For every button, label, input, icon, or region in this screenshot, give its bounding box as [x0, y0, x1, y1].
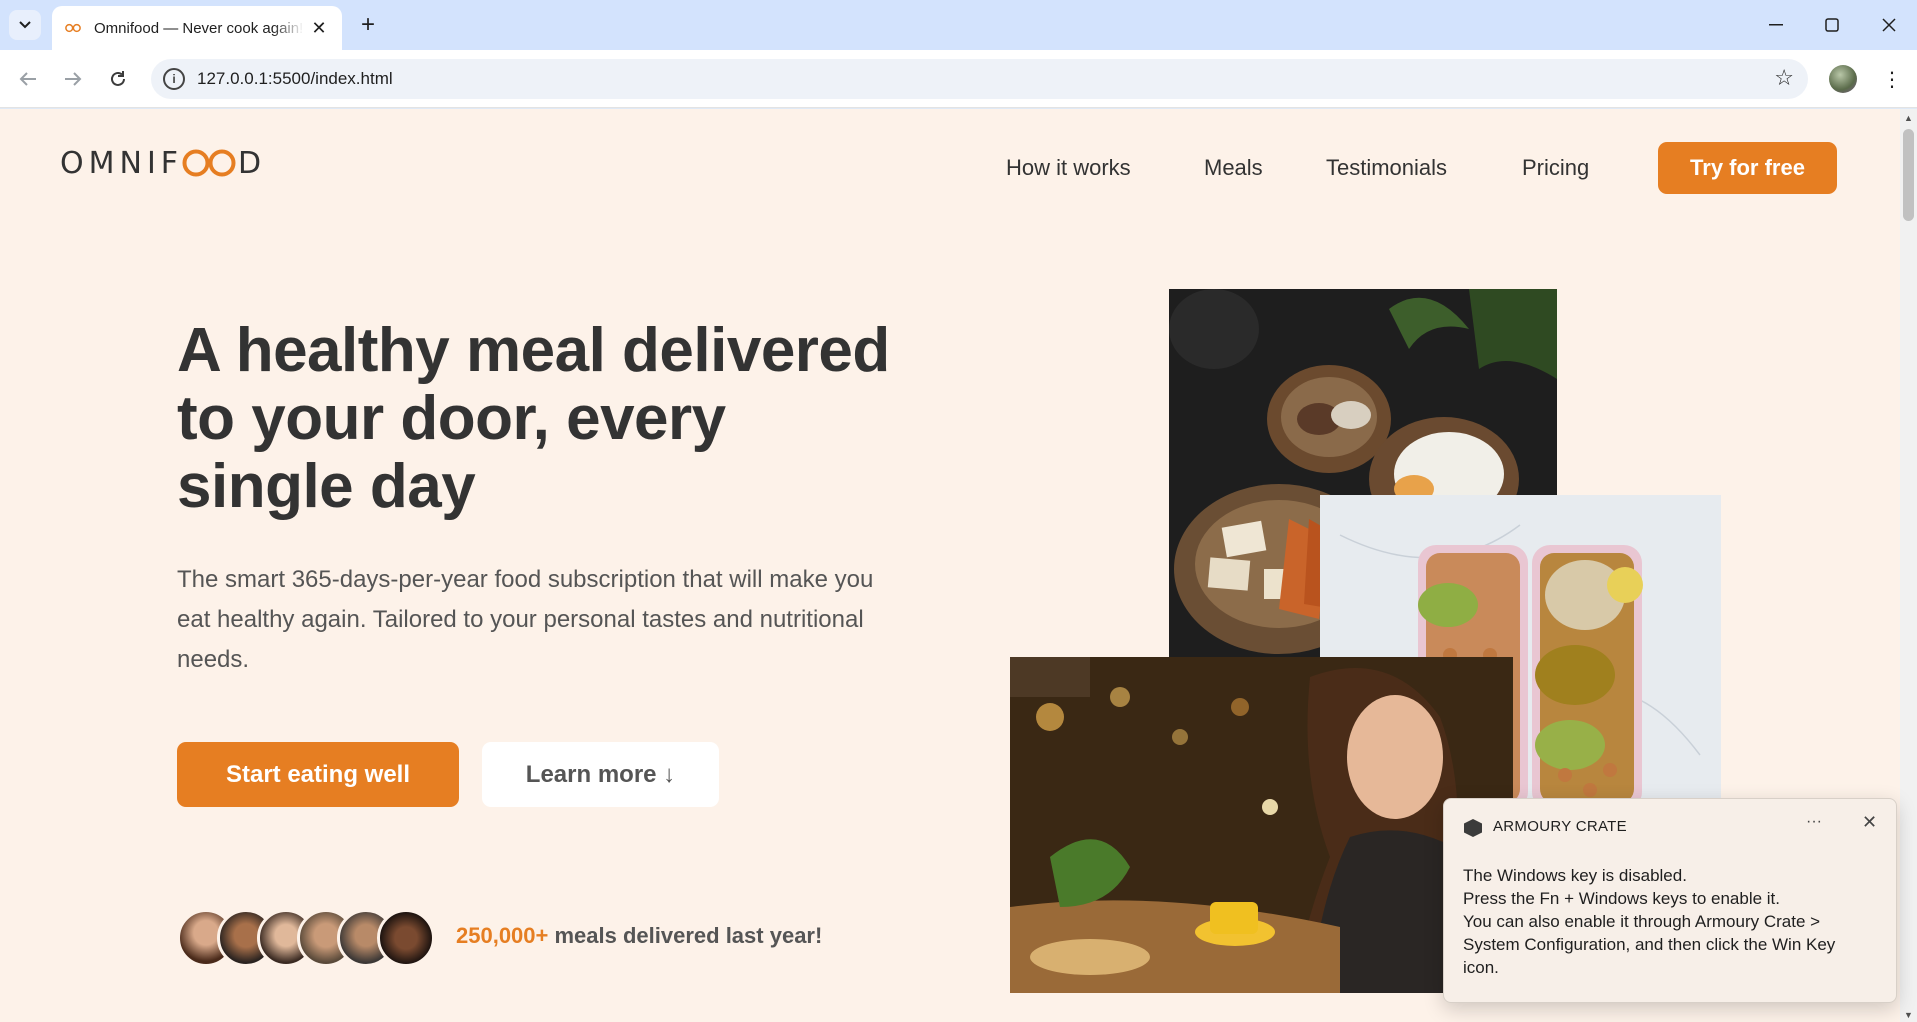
nav-testimonials[interactable]: Testimonials: [1326, 155, 1447, 181]
start-eating-well-button[interactable]: Start eating well: [177, 742, 459, 807]
maximize-icon: [1825, 18, 1839, 32]
tab-title: Omnifood — Never cook again!: [94, 19, 304, 37]
notification-line: Press the Fn + Windows keys to enable it…: [1463, 889, 1781, 908]
customer-avatars: [177, 909, 435, 967]
hero-image-woman-eating: [1010, 657, 1513, 993]
hero-description: The smart 365-days-per-year food subscri…: [177, 566, 874, 673]
reload-icon: [111, 71, 125, 86]
logo-text-left: OMNIF: [60, 145, 184, 181]
notification-line: The Windows key is disabled.: [1463, 866, 1687, 885]
back-button[interactable]: [13, 64, 43, 94]
address-bar[interactable]: i 127.0.0.1:5500/index.html ☆: [151, 59, 1808, 99]
meals-delivered-count: 250,000+: [456, 923, 549, 948]
close-icon[interactable]: ✕: [1862, 812, 1877, 833]
notification-app-name: ARMOURY CRATE: [1493, 818, 1627, 835]
minimize-icon: [1769, 24, 1783, 26]
woman-eating-photo: [1010, 657, 1513, 993]
nav-pricing[interactable]: Pricing: [1522, 155, 1589, 181]
customer-avatar: [377, 909, 435, 967]
notification-line: You can also enable it through Armoury C…: [1463, 912, 1821, 931]
close-icon: [1882, 18, 1896, 32]
arrow-left-icon: [19, 72, 36, 86]
reload-button[interactable]: [103, 64, 133, 94]
profile-avatar[interactable]: [1829, 65, 1857, 93]
try-for-free-button[interactable]: Try for free: [1658, 142, 1837, 194]
tab-close-icon[interactable]: ✕: [308, 18, 330, 39]
omnifood-logo[interactable]: OMNIF D: [60, 145, 267, 181]
scroll-up-icon[interactable]: ▲: [1904, 113, 1913, 123]
page-scrollbar[interactable]: ▲ ▼: [1900, 109, 1917, 1022]
notification-line: System Configuration, and then click the…: [1463, 935, 1836, 954]
armoury-crate-icon: [1464, 819, 1482, 837]
forward-button[interactable]: [58, 64, 88, 94]
arrow-right-icon: [65, 72, 82, 86]
close-window-button[interactable]: [1869, 10, 1909, 40]
hero-title: A healthy meal delivered to your door, e…: [177, 316, 890, 521]
chevron-down-icon: [19, 21, 31, 29]
meals-delivered-text: 250,000+ meals delivered last year!: [456, 923, 822, 949]
bookmark-star-icon[interactable]: ☆: [1774, 65, 1794, 91]
url-text[interactable]: 127.0.0.1:5500/index.html: [197, 69, 393, 89]
minimize-button[interactable]: [1756, 10, 1796, 40]
notification-line: icon.: [1463, 958, 1499, 977]
more-options-icon[interactable]: ···: [1806, 813, 1822, 831]
nav-meals[interactable]: Meals: [1204, 155, 1263, 181]
tab-search-button[interactable]: [9, 10, 41, 40]
scrollbar-thumb[interactable]: [1903, 129, 1914, 221]
logo-text-right: D: [238, 145, 267, 181]
browser-menu-icon[interactable]: ⋮: [1882, 64, 1902, 94]
new-tab-button[interactable]: +: [354, 11, 382, 39]
scroll-down-icon[interactable]: ▼: [1904, 1010, 1913, 1020]
nav-how-it-works[interactable]: How it works: [1006, 155, 1131, 181]
meals-delivered-label: meals delivered last year!: [548, 923, 823, 948]
site-info-icon[interactable]: i: [163, 68, 185, 90]
browser-toolbar: i 127.0.0.1:5500/index.html ☆ ⋮: [0, 50, 1917, 108]
logo-infinity-icon: [182, 149, 236, 177]
learn-more-button[interactable]: Learn more ↓: [482, 742, 719, 807]
notification-toast[interactable]: ARMOURY CRATE ··· ✕ The Windows key is d…: [1443, 798, 1897, 1003]
browser-tab[interactable]: Omnifood — Never cook again! ✕: [52, 6, 342, 50]
maximize-button[interactable]: [1812, 10, 1852, 40]
browser-tabbar: Omnifood — Never cook again! ✕ +: [0, 0, 1917, 50]
notification-body: The Windows key is disabled. Press the F…: [1463, 864, 1883, 979]
omnifood-favicon-icon: [65, 23, 81, 33]
